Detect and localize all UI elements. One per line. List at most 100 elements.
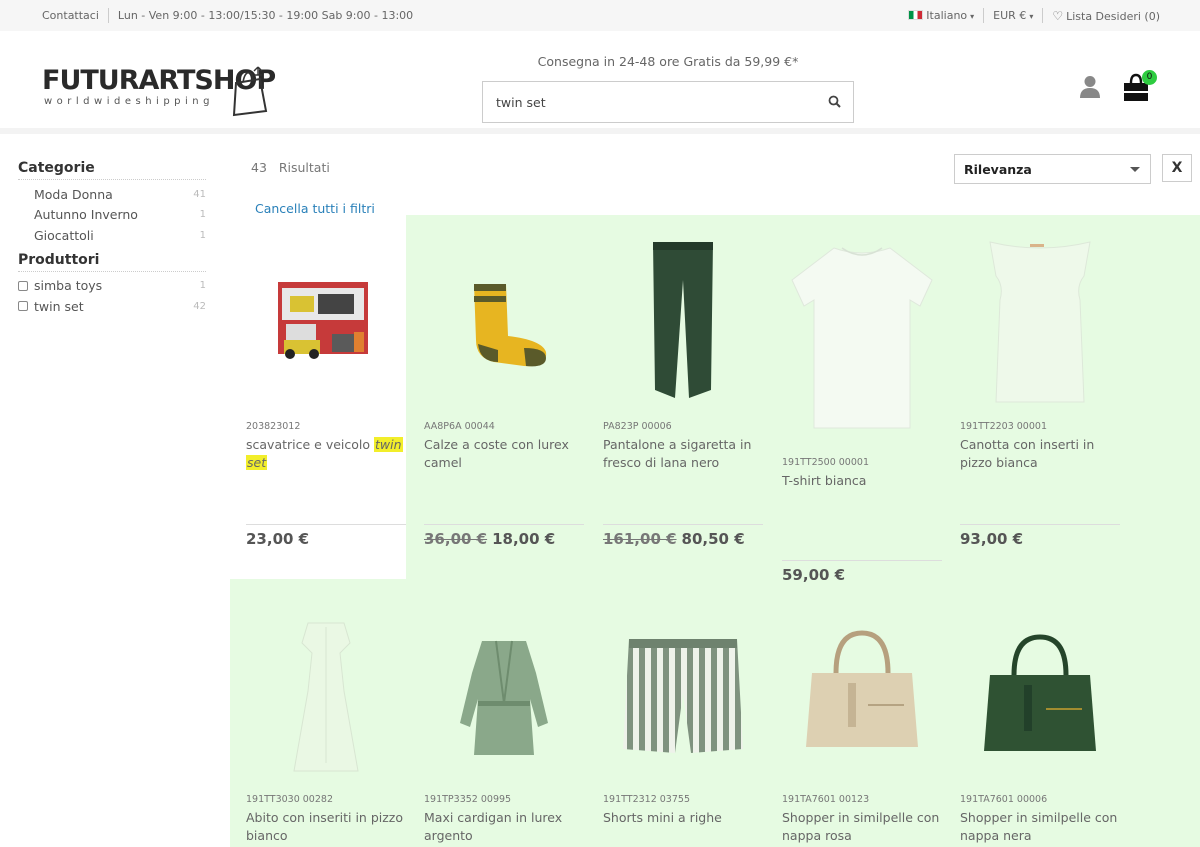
product-image-sock[interactable] — [424, 240, 584, 420]
divider — [782, 560, 942, 561]
wishlist-link[interactable]: ♡ Lista Desideri (0) — [1052, 9, 1160, 23]
product-card[interactable]: 203823012 scavatrice e veicolo twin set … — [246, 240, 406, 580]
product-image-black-shopper[interactable] — [960, 613, 1120, 793]
product-card[interactable]: 191TA7601 00006 Shopper in similpelle co… — [960, 613, 1120, 847]
category-giocattoli[interactable]: Giocattoli 1 — [18, 225, 206, 246]
sort-value: Rilevanza — [964, 162, 1032, 177]
product-card[interactable]: 191TT2500 00001 T-shirt bianca 59,00 € — [782, 240, 942, 590]
product-image-dress[interactable] — [246, 613, 406, 793]
product-name[interactable]: Maxi cardigan in lurex argento — [424, 809, 584, 844]
producer-count: 1 — [199, 280, 206, 292]
product-name[interactable]: Shopper in similpelle con nappa rosa — [782, 809, 942, 844]
divider — [1042, 8, 1044, 23]
category-label: Giocattoli — [34, 227, 94, 243]
producer-simba-toys[interactable]: simba toys 1 — [18, 276, 206, 297]
logo-subtitle: worldwideshipping — [44, 96, 214, 107]
divider — [983, 8, 985, 23]
product-name[interactable]: Shopper in similpelle con nappa nera — [960, 809, 1120, 844]
product-card[interactable]: 191TT3030 00282 Abito con inseriti in pi… — [246, 613, 406, 847]
divider — [960, 524, 1120, 525]
logo[interactable]: FUTURARTSHOP worldwideshipping — [42, 65, 276, 117]
results-label: Risultati — [278, 160, 330, 175]
language-selector[interactable]: Italiano ▾ — [908, 9, 974, 22]
product-name[interactable]: Canotta con inserti in pizzo bianca — [960, 436, 1120, 471]
clear-filters-link[interactable]: Cancella tutti i filtri — [255, 201, 375, 216]
sale-price: 80,50 € — [681, 530, 745, 548]
producers-title: Produttori — [18, 252, 206, 272]
header: FUTURARTSHOP worldwideshipping Consegna … — [0, 31, 1200, 134]
producer-label: twin set — [34, 298, 84, 314]
user-icon[interactable] — [1079, 75, 1101, 99]
category-autunno-inverno[interactable]: Autunno Inverno 1 — [18, 205, 206, 226]
product-image-tank-top[interactable] — [960, 240, 1120, 420]
old-price: 36,00 € — [424, 530, 488, 548]
product-card[interactable]: 191TA7601 00123 Shopper in similpelle co… — [782, 613, 942, 847]
checkbox[interactable] — [18, 301, 28, 312]
search-box — [482, 81, 854, 123]
sort-select[interactable]: Rilevanza — [954, 154, 1151, 184]
product-sku: 191TT2500 00001 — [782, 457, 869, 468]
filter-sidebar: Categorie Moda Donna 41 Autunno Inverno 1 … — [18, 160, 206, 317]
divider — [603, 524, 763, 525]
category-moda-donna[interactable]: Moda Donna 41 — [18, 184, 206, 205]
delivery-info: Consegna in 24-48 ore Gratis da 59,99 €* — [537, 54, 799, 69]
currency-label: EUR € — [993, 9, 1027, 22]
product-sku: 191TT2203 00001 — [960, 421, 1047, 432]
old-price: 161,00 € — [603, 530, 677, 548]
category-count: 1 — [199, 229, 206, 241]
top-bar: Contattaci Lun - Ven 9:00 - 13:00/15:30 … — [0, 0, 1200, 31]
heart-icon: ♡ — [1052, 8, 1064, 23]
contact-link[interactable]: Contattaci — [42, 9, 99, 22]
category-count: 41 — [193, 188, 206, 200]
results-count: 43 Risultati — [251, 160, 330, 175]
product-name[interactable]: scavatrice e veicolo twin set — [246, 436, 406, 471]
producer-twin-set[interactable]: twin set 42 — [18, 296, 206, 317]
product-image-tshirt[interactable] — [782, 240, 942, 440]
search-icon[interactable] — [828, 95, 841, 108]
chevron-down-icon — [1130, 167, 1140, 172]
product-card[interactable]: AA8P6A 00044 Calze a coste con lurex cam… — [424, 240, 584, 580]
close-button[interactable]: X — [1162, 154, 1192, 182]
wishlist-label: Lista Desideri (0) — [1066, 9, 1160, 23]
product-name[interactable]: Shorts mini a righe — [603, 809, 763, 827]
product-sku: 191TP3352 00995 — [424, 794, 512, 805]
product-card[interactable]: 191TT2312 03755 Shorts mini a righe — [603, 613, 763, 847]
product-price: 23,00 € — [246, 530, 310, 548]
category-label: Moda Donna — [34, 186, 113, 202]
product-name[interactable]: Calze a coste con lurex camel — [424, 436, 584, 471]
product-image-striped-shorts[interactable] — [603, 613, 763, 793]
gift-bag-icon — [232, 66, 268, 117]
product-card[interactable]: 191TT2203 00001 Canotta con inserti in p… — [960, 240, 1120, 580]
product-name[interactable]: Abito con inseriti in pizzo bianco — [246, 809, 406, 844]
product-name-text: scavatrice e veicolo — [246, 437, 374, 452]
product-sku: 191TT2312 03755 — [603, 794, 690, 805]
product-price: 59,00 € — [782, 566, 846, 584]
divider — [246, 524, 406, 525]
product-sku: 203823012 — [246, 421, 301, 432]
divider — [107, 8, 109, 23]
logo-main: FUTURART — [42, 65, 195, 96]
chevron-down-icon: ▾ — [1029, 12, 1034, 21]
checkbox[interactable] — [18, 280, 28, 291]
producer-count: 42 — [193, 300, 206, 312]
search-input[interactable] — [483, 82, 813, 122]
product-card[interactable]: 191TP3352 00995 Maxi cardigan in lurex a… — [424, 613, 584, 847]
product-card[interactable]: PA823P 00006 Pantalone a sigaretta in fr… — [603, 240, 763, 580]
product-image-trousers[interactable] — [603, 240, 763, 420]
product-image-pink-shopper[interactable] — [782, 613, 942, 793]
product-name[interactable]: T-shirt bianca — [782, 472, 942, 490]
product-sku: 191TA7601 00123 — [782, 794, 870, 805]
product-price: 36,00 €18,00 € — [424, 530, 555, 548]
product-name[interactable]: Pantalone a sigaretta in fresco di lana … — [603, 436, 763, 471]
categories-title: Categorie — [18, 160, 206, 180]
product-price: 161,00 €80,50 € — [603, 530, 745, 548]
opening-hours: Lun - Ven 9:00 - 13:00/15:30 - 19:00 Sab… — [117, 9, 414, 22]
category-label: Autunno Inverno — [34, 207, 138, 223]
product-sku: PA823P 00006 — [603, 421, 672, 432]
product-sku: AA8P6A 00044 — [424, 421, 495, 432]
currency-selector[interactable]: EUR € ▾ — [993, 9, 1033, 22]
chevron-down-icon: ▾ — [970, 12, 975, 21]
product-image-toy-excavator[interactable] — [246, 240, 406, 420]
product-sku: 191TT3030 00282 — [246, 794, 333, 805]
product-image-cardigan[interactable] — [424, 613, 584, 793]
